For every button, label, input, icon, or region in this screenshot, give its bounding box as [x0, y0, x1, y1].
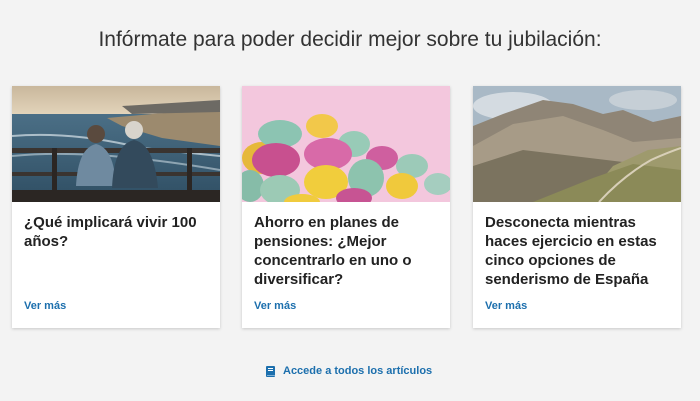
easter-eggs-image[interactable] [242, 86, 450, 202]
article-card-100-years[interactable]: ¿Qué implicará vivir 100 años? Ver más [12, 86, 220, 328]
article-title[interactable]: ¿Qué implicará vivir 100 años? [24, 213, 210, 251]
read-more-link[interactable]: Ver más [485, 300, 527, 312]
book-icon [266, 365, 275, 377]
read-more-link[interactable]: Ver más [254, 300, 296, 312]
couple-on-pier-image[interactable] [12, 86, 220, 202]
article-card-hiking[interactable]: Desconecta mientras haces ejercicio en e… [473, 86, 681, 328]
all-articles-link[interactable]: Accede a todos los artículos [266, 364, 432, 378]
article-title[interactable]: Desconecta mientras haces ejercicio en e… [485, 213, 671, 289]
article-card-pension-plans[interactable]: Ahorro en planes de pensiones: ¿Mejor co… [242, 86, 450, 328]
article-title[interactable]: Ahorro en planes de pensiones: ¿Mejor co… [254, 213, 440, 289]
read-more-link[interactable]: Ver más [24, 300, 66, 312]
mountain-trail-image[interactable] [473, 86, 681, 202]
page-heading: Infórmate para poder decidir mejor sobre… [98, 28, 602, 51]
all-articles-label: Accede a todos los artículos [283, 365, 433, 377]
